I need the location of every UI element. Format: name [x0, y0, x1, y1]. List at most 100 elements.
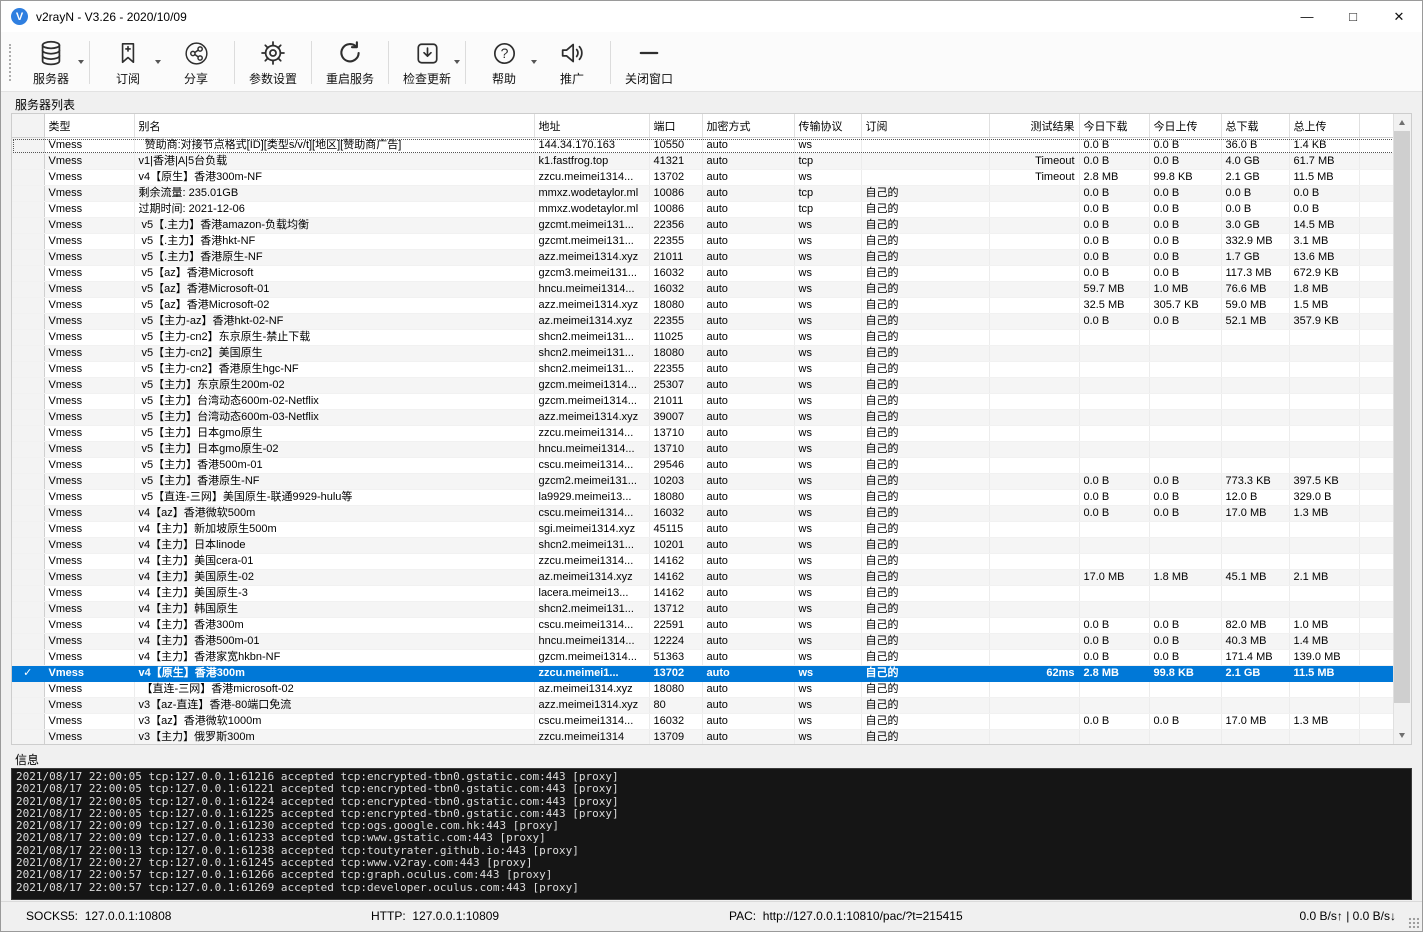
- cell-filler: [1359, 410, 1394, 426]
- table-row[interactable]: Vmessv4【主力】美国cera-01zzcu.meimei1314...14…: [12, 554, 1394, 570]
- toolbar-button-subscription[interactable]: 订阅: [94, 34, 162, 91]
- column-header-total_up[interactable]: 总上传: [1289, 114, 1359, 138]
- scrollbar-thumb[interactable]: [1394, 131, 1410, 703]
- cell-subscription: 自己的: [861, 202, 989, 218]
- row-marker-cell: [12, 250, 44, 266]
- table-row[interactable]: Vmess v5【az】香港Microsoft-01hncu.meimei131…: [12, 282, 1394, 298]
- table-row[interactable]: Vmess v5【主力-cn2】香港原生hgc-NFshcn2.meimei13…: [12, 362, 1394, 378]
- table-row[interactable]: Vmessv1|香港|A|5台负载k1.fastfrog.top41321aut…: [12, 154, 1394, 170]
- cell-alias: v4【主力】美国原生-02: [134, 570, 534, 586]
- toolbar-button-share[interactable]: 分享: [162, 34, 230, 91]
- scroll-up-button[interactable]: [1394, 114, 1410, 131]
- column-header-test_result[interactable]: 测试结果: [989, 114, 1079, 138]
- toolbar-grip[interactable]: [9, 44, 11, 81]
- cell-address: azz.meimei1314.xyz: [534, 250, 649, 266]
- column-header-type[interactable]: 类型: [44, 114, 134, 138]
- maximize-button[interactable]: □: [1330, 1, 1376, 32]
- table-row[interactable]: Vmess 【直连-三网】香港microsoft-02az.meimei1314…: [12, 682, 1394, 698]
- cell-port: 22355: [649, 314, 702, 330]
- cell-today_up: [1149, 458, 1221, 474]
- table-row[interactable]: Vmess v5【.主力】香港原生-NFazz.meimei1314.xyz21…: [12, 250, 1394, 266]
- http-value: 127.0.0.1:10809: [412, 909, 499, 923]
- table-row[interactable]: Vmess v5【主力】日本gmo原生zzcu.meimei1314...137…: [12, 426, 1394, 442]
- resize-grip[interactable]: [1408, 917, 1419, 928]
- table-row[interactable]: Vmess剩余流量: 235.01GBmmxz.wodetaylor.ml100…: [12, 186, 1394, 202]
- toolbar-button-check-update[interactable]: 检查更新: [393, 34, 461, 91]
- cell-today_up: [1149, 522, 1221, 538]
- toolbar-button-promotion[interactable]: 推广: [538, 34, 606, 91]
- table-row[interactable]: Vmess v5【主力】东京原生200m-02gzcm.meimei1314..…: [12, 378, 1394, 394]
- cell-security: auto: [702, 586, 794, 602]
- toolbar-button-settings[interactable]: 参数设置: [239, 34, 307, 91]
- cell-alias: v4【原生】香港300m: [134, 666, 534, 682]
- toolbar-button-label: 订阅: [116, 70, 140, 87]
- table-row[interactable]: Vmessv3【az】香港微软1000mcscu.meimei1314...16…: [12, 714, 1394, 730]
- table-row[interactable]: Vmess v5【主力】香港500m-01cscu.meimei1314...2…: [12, 458, 1394, 474]
- table-row[interactable]: Vmessv4【主力】香港300mcscu.meimei1314...22591…: [12, 618, 1394, 634]
- table-row[interactable]: Vmess v5【主力-az】香港hkt-02-NFaz.meimei1314.…: [12, 314, 1394, 330]
- column-header-network[interactable]: 传输协议: [794, 114, 861, 138]
- cell-total_up: [1289, 426, 1359, 442]
- table-row[interactable]: Vmess v5【主力】台湾动态600m-02-Netflixgzcm.meim…: [12, 394, 1394, 410]
- table-row[interactable]: Vmessv4【az】香港微软500mcscu.meimei1314...160…: [12, 506, 1394, 522]
- table-row[interactable]: Vmess v5【az】香港Microsoft-02azz.meimei1314…: [12, 298, 1394, 314]
- column-header-today_up[interactable]: 今日上传: [1149, 114, 1221, 138]
- column-header-port[interactable]: 端口: [649, 114, 702, 138]
- table-row[interactable]: Vmessv4【主力】日本linodeshcn2.meimei131...102…: [12, 538, 1394, 554]
- cell-address: azz.meimei1314.xyz: [534, 698, 649, 714]
- table-row[interactable]: ✓Vmessv4【原生】香港300mzzcu.meimei1...13702au…: [12, 666, 1394, 682]
- column-header-alias[interactable]: 别名: [134, 114, 534, 138]
- column-header-security[interactable]: 加密方式: [702, 114, 794, 138]
- table-row[interactable]: Vmess过期时间: 2021-12-06mmxz.wodetaylor.ml1…: [12, 202, 1394, 218]
- column-header-today_down[interactable]: 今日下载: [1079, 114, 1149, 138]
- column-header-rowheader[interactable]: [12, 114, 44, 138]
- cell-subscription: 自己的: [861, 314, 989, 330]
- table-row[interactable]: Vmess v5【主力】台湾动态600m-03-Netflixazz.meime…: [12, 410, 1394, 426]
- cell-filler: [1359, 602, 1394, 618]
- close-button[interactable]: ✕: [1376, 1, 1422, 32]
- cell-security: auto: [702, 266, 794, 282]
- table-row[interactable]: Vmess v5【.主力】香港hkt-NFgzcmt.meimei131...2…: [12, 234, 1394, 250]
- toolbar-button-servers[interactable]: 服务器: [17, 34, 85, 91]
- cell-total_down: [1221, 554, 1289, 570]
- cell-port: 10086: [649, 202, 702, 218]
- cell-security: auto: [702, 506, 794, 522]
- table-row[interactable]: Vmessv4【主力】美国原生-3lacera.meimei13...14162…: [12, 586, 1394, 602]
- column-header-address[interactable]: 地址: [534, 114, 649, 138]
- table-row[interactable]: Vmessv3【az-直连】香港-80端口免流azz.meimei1314.xy…: [12, 698, 1394, 714]
- table-row[interactable]: Vmessv3【主力】俄罗斯300mzzcu.meimei131413709au…: [12, 730, 1394, 745]
- column-header-subscription[interactable]: 订阅: [861, 114, 989, 138]
- cell-test_result: [989, 266, 1079, 282]
- table-row[interactable]: Vmess v5【主力-cn2】美国原生shcn2.meimei131...18…: [12, 346, 1394, 362]
- cell-total_up: [1289, 378, 1359, 394]
- window-title: v2rayN - V3.26 - 2020/10/09: [36, 10, 187, 24]
- table-row[interactable]: Vmess v5【主力】香港原生-NFgzcm2.meimei131...102…: [12, 474, 1394, 490]
- table-row[interactable]: Vmess 赞助商:对接节点格式[ID][类型s/v/t][地区][赞助商广告]…: [12, 138, 1394, 154]
- cell-test_result: [989, 474, 1079, 490]
- cell-today_up: 0.0 B: [1149, 474, 1221, 490]
- table-row[interactable]: Vmess v5【主力】日本gmo原生-02hncu.meimei1314...…: [12, 442, 1394, 458]
- vertical-scrollbar[interactable]: [1393, 114, 1411, 744]
- table-row[interactable]: Vmessv4【原生】香港300m-NFzzcu.meimei1314...13…: [12, 170, 1394, 186]
- cell-alias: v5【主力】台湾动态600m-02-Netflix: [134, 394, 534, 410]
- toolbar-button-close-window[interactable]: 关闭窗口: [615, 34, 683, 91]
- table-row[interactable]: Vmess v5【直连-三网】美国原生-联通9929-hulu等la9929.m…: [12, 490, 1394, 506]
- server-table: 类型别名地址端口加密方式传输协议订阅测试结果今日下载今日上传总下载总上传Vmes…: [12, 114, 1394, 744]
- toolbar-button-restart[interactable]: 重启服务: [316, 34, 384, 91]
- column-header-total_down[interactable]: 总下载: [1221, 114, 1289, 138]
- table-row[interactable]: Vmess v5【.主力】香港amazon-负载均衡gzcmt.meimei13…: [12, 218, 1394, 234]
- cell-today_up: [1149, 378, 1221, 394]
- scroll-down-button[interactable]: [1394, 727, 1410, 744]
- table-row[interactable]: Vmess v5【az】香港Microsoftgzcm3.meimei131..…: [12, 266, 1394, 282]
- toolbar-button-help[interactable]: ? 帮助: [470, 34, 538, 91]
- table-row[interactable]: Vmess v5【主力-cn2】东京原生-禁止下载shcn2.meimei131…: [12, 330, 1394, 346]
- table-row[interactable]: Vmessv4【主力】美国原生-02az.meimei1314.xyz14162…: [12, 570, 1394, 586]
- pac-value: http://127.0.0.1:10810/pac/?t=215415: [763, 909, 963, 923]
- table-row[interactable]: Vmessv4【主力】新加坡原生500msgi.meimei1314.xyz45…: [12, 522, 1394, 538]
- table-row[interactable]: Vmessv4【主力】香港家宽hkbn-NFgzcm.meimei1314...…: [12, 650, 1394, 666]
- cell-address: hncu.meimei1314...: [534, 442, 649, 458]
- table-row[interactable]: Vmessv4【主力】香港500m-01hncu.meimei1314...12…: [12, 634, 1394, 650]
- minimize-button[interactable]: —: [1284, 1, 1330, 32]
- table-row[interactable]: Vmessv4【主力】韩国原生shcn2.meimei131...13712au…: [12, 602, 1394, 618]
- cell-today_up: [1149, 730, 1221, 745]
